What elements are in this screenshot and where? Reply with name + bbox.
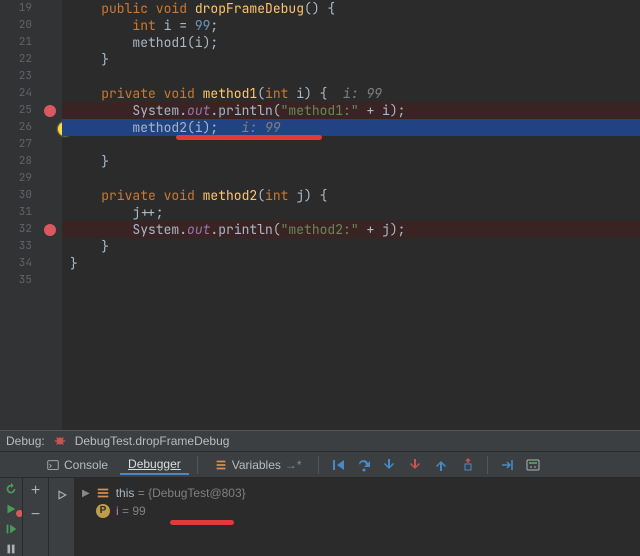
new-watch-button[interactable]: +	[31, 482, 40, 500]
variables-tree[interactable]: ▶ this = {DebugTest@803} P i = 99	[74, 478, 640, 556]
pin-icon: →*	[285, 458, 302, 472]
var-this-name: this	[116, 486, 135, 500]
variables-panel: + − ▶ this = {DebugTest@803} P i = 99	[0, 478, 640, 556]
debug-toolwindow-header: Debug: DebugTest.dropFrameDebug	[0, 430, 640, 452]
toolbar-separator	[487, 456, 488, 474]
rerun-button[interactable]	[0, 482, 22, 496]
breakpoint-gutter[interactable]	[38, 0, 62, 430]
variable-row-i[interactable]: P i = 99	[82, 502, 640, 520]
toolbar-separator	[318, 456, 319, 474]
annotation-underline	[176, 135, 322, 140]
show-execution-point-button[interactable]	[327, 454, 349, 476]
tab-debugger[interactable]: Debugger	[120, 455, 189, 475]
var-i-value: = 99	[119, 504, 146, 518]
code-editor[interactable]: 1920212223242526272829303132333435 publi…	[0, 0, 640, 430]
step-out-button[interactable]	[431, 454, 453, 476]
play-icon[interactable]	[51, 484, 73, 506]
variables-side-actions-2	[48, 478, 74, 556]
line-number-gutter: 1920212223242526272829303132333435	[0, 0, 38, 430]
debug-context: DebugTest.dropFrameDebug	[75, 434, 230, 448]
drop-frame-button[interactable]	[457, 454, 479, 476]
code-area[interactable]: public void dropFrameDebug() { int i = 9…	[62, 0, 640, 289]
object-icon	[96, 486, 110, 500]
breakpoint-icon[interactable]	[44, 105, 56, 117]
tab-debugger-label: Debugger	[128, 457, 181, 471]
tab-separator	[197, 456, 198, 474]
variables-side-actions: + −	[22, 478, 48, 556]
variable-row-this[interactable]: ▶ this = {DebugTest@803}	[82, 484, 640, 502]
console-icon	[46, 458, 60, 472]
resume-button-alt[interactable]	[0, 502, 22, 516]
tab-variables-label: Variables	[232, 458, 281, 472]
annotation-underline	[170, 520, 234, 525]
expand-icon[interactable]: ▶	[82, 488, 90, 499]
step-into-button[interactable]	[379, 454, 401, 476]
evaluate-expression-button[interactable]	[522, 454, 544, 476]
primitive-icon: P	[96, 504, 110, 518]
remove-watch-button[interactable]: −	[31, 506, 40, 524]
pause-button[interactable]	[0, 542, 22, 556]
list-icon	[214, 458, 228, 472]
tab-variables[interactable]: Variables →*	[206, 456, 310, 474]
tab-console-label: Console	[64, 458, 108, 472]
step-over-button[interactable]	[353, 454, 375, 476]
debug-label: Debug:	[6, 434, 45, 448]
resume-program-button[interactable]	[0, 522, 22, 536]
force-step-into-button[interactable]	[405, 454, 427, 476]
debug-tabs-row: Console Debugger Variables →*	[0, 452, 640, 478]
debug-side-actions	[0, 478, 22, 556]
var-this-value: = {DebugTest@803}	[134, 486, 245, 500]
bug-icon	[53, 434, 67, 448]
breakpoint-icon[interactable]	[44, 224, 56, 236]
tab-console[interactable]: Console	[38, 456, 116, 474]
run-to-cursor-button[interactable]	[496, 454, 518, 476]
